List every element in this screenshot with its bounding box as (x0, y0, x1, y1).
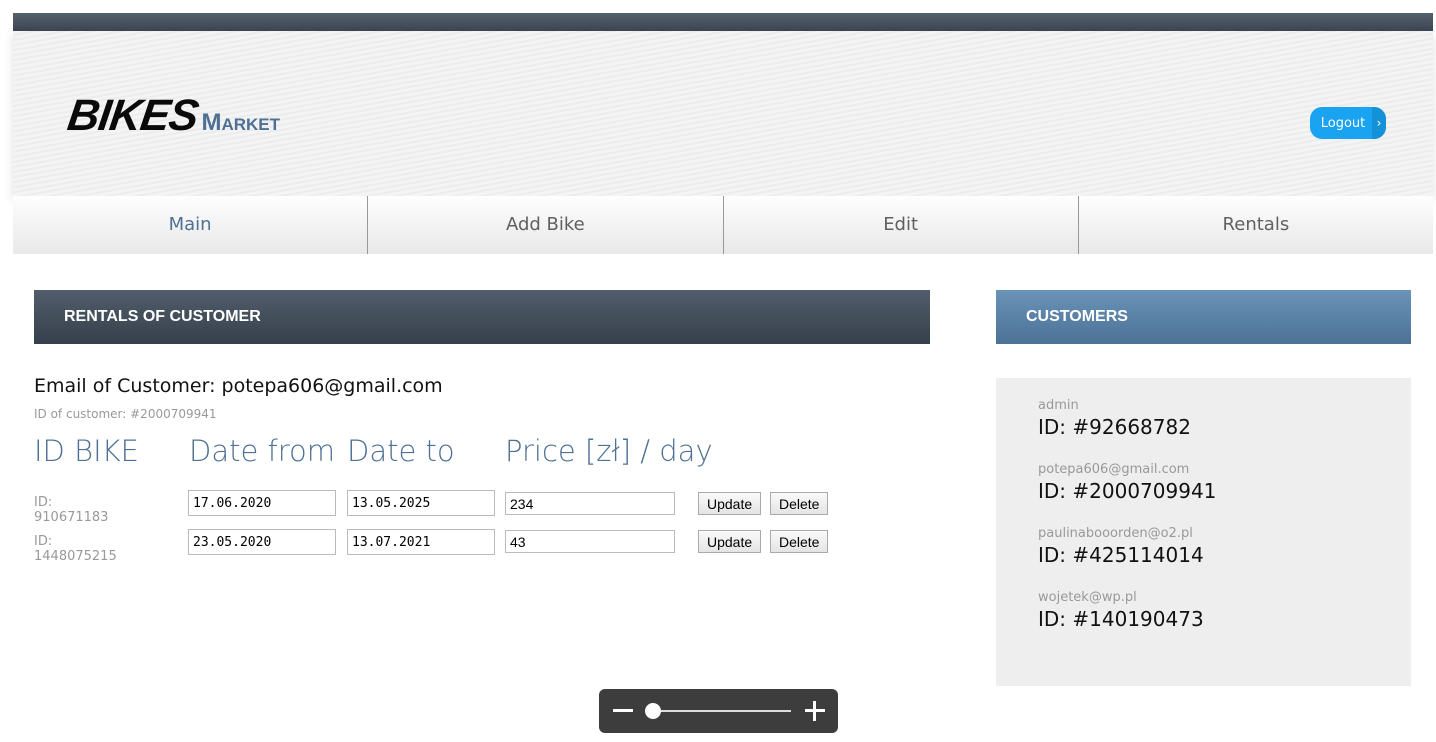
date-from-input[interactable] (188, 529, 336, 555)
nav-edit[interactable]: Edit (722, 196, 1078, 254)
zoom-slider-track[interactable] (651, 710, 791, 712)
logo-bikes: BIKES (64, 91, 201, 140)
zoom-out-icon[interactable] (613, 709, 633, 712)
col-price: Price [zł] / day (505, 434, 713, 468)
customer-id: ID: #140190473 (1038, 607, 1204, 631)
nav-main[interactable]: Main (13, 196, 368, 254)
bike-id: ID: 1448075215 (34, 534, 117, 564)
customer-email: wojetek@wp.pl (1038, 590, 1137, 605)
customers-list: admin ID: #92668782 potepa606@gmail.com ID… (996, 378, 1411, 686)
delete-button[interactable]: Delete (770, 492, 829, 515)
col-date-from: Date from (189, 434, 336, 468)
price-input[interactable] (505, 492, 675, 515)
col-date-to: Date to (347, 434, 455, 468)
customer-email: Email of Customer: potepa606@gmail.com (34, 375, 443, 397)
zoom-control (599, 689, 838, 733)
price-input[interactable] (505, 530, 675, 553)
customer-item[interactable]: paulinabooorden@o2.pl ID: #425114014 (1038, 526, 1411, 567)
customer-item[interactable]: admin ID: #92668782 (1038, 398, 1411, 439)
chevron-right-icon: › (1372, 107, 1386, 139)
date-to-input[interactable] (347, 529, 495, 555)
customer-item[interactable]: potepa606@gmail.com ID: #2000709941 (1038, 462, 1411, 503)
customer-id: ID: #92668782 (1038, 415, 1191, 439)
customer-email: potepa606@gmail.com (1038, 462, 1190, 477)
col-id-bike: ID BIKE (34, 434, 139, 468)
customer-id: ID: #2000709941 (1038, 479, 1217, 503)
logo-market: Market (201, 109, 281, 136)
zoom-in-icon[interactable] (805, 701, 825, 721)
customer-id: ID of customer: #2000709941 (34, 407, 217, 421)
zoom-slider-handle[interactable] (645, 703, 661, 719)
header: BIKES Market Logout › (13, 31, 1433, 196)
logo[interactable]: BIKES Market (65, 91, 281, 141)
update-button[interactable]: Update (698, 530, 762, 553)
date-to-input[interactable] (347, 490, 495, 516)
logout-label: Logout (1320, 115, 1366, 131)
bike-id: ID: 910671183 (34, 495, 109, 525)
customer-item[interactable]: wojetek@wp.pl ID: #140190473 (1038, 590, 1411, 631)
customers-heading: CUSTOMERS (996, 290, 1411, 344)
rentals-heading: RENTALS OF CUSTOMER (34, 290, 930, 344)
customer-id: ID: #425114014 (1038, 543, 1204, 567)
delete-button[interactable]: Delete (770, 530, 829, 553)
customer-email: paulinabooorden@o2.pl (1038, 526, 1193, 541)
nav-add-bike[interactable]: Add Bike (367, 196, 723, 254)
nav-rentals[interactable]: Rentals (1077, 196, 1433, 254)
customer-email: admin (1038, 398, 1079, 413)
main-nav: Main Add Bike Edit Rentals (13, 196, 1433, 254)
update-button[interactable]: Update (698, 492, 762, 515)
top-bar (13, 13, 1433, 31)
date-from-input[interactable] (188, 490, 336, 516)
logout-button[interactable]: Logout › (1310, 107, 1386, 139)
